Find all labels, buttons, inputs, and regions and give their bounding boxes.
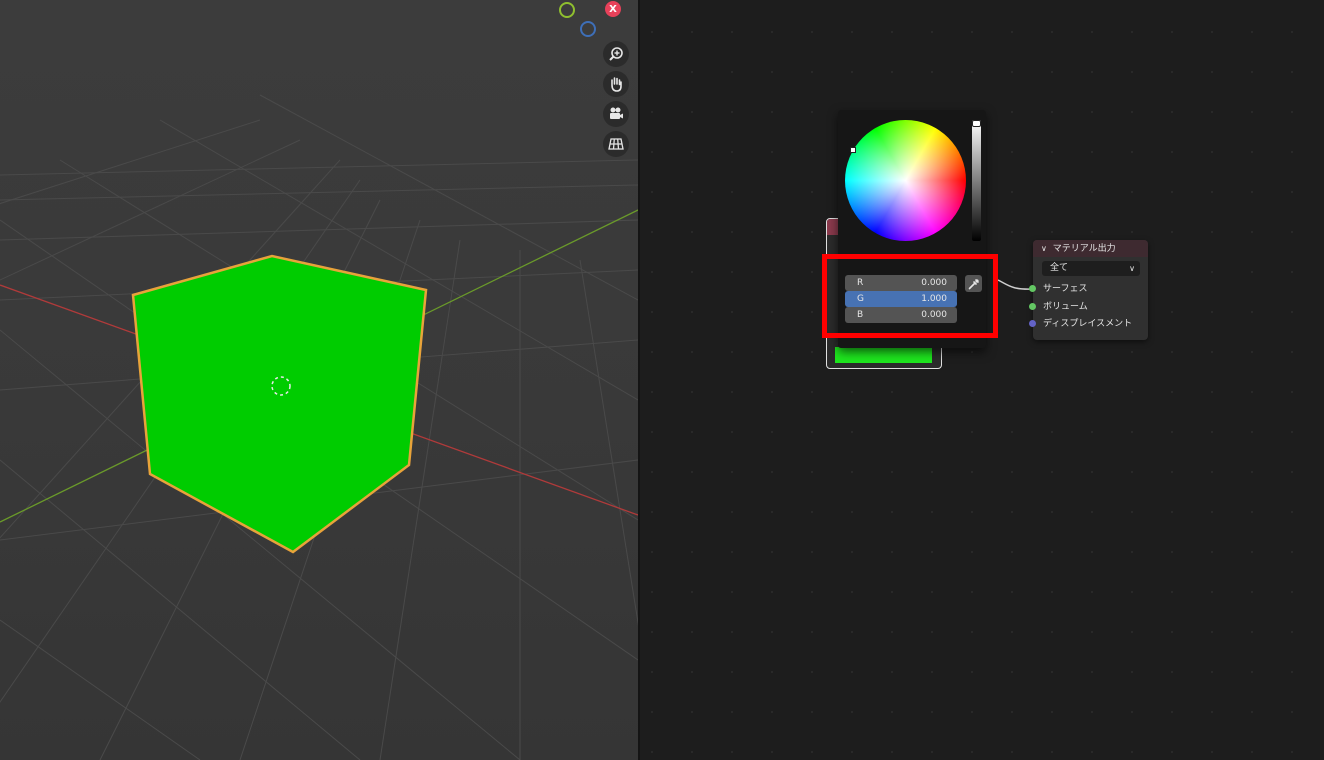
material-output-node[interactable]: ∨ マテリアル出力 全て ∨ サーフェス ボリューム ディスプレイスメント [1029, 240, 1148, 340]
dropdown-chevron-icon: ∨ [1129, 264, 1135, 273]
gizmo-z-axis-icon[interactable] [580, 21, 596, 37]
viewport-scene[interactable] [0, 0, 638, 760]
target-dropdown-value: 全て [1050, 263, 1069, 273]
socket-row-displacement: ディスプレイスメント [1029, 318, 1133, 330]
gizmo-y-axis-icon[interactable] [559, 2, 575, 18]
surface-socket[interactable] [1029, 285, 1036, 292]
camera-icon [610, 107, 623, 119]
material-output-title: マテリアル出力 [1052, 244, 1116, 254]
3d-viewport[interactable]: X [0, 0, 638, 760]
hue-saturation-wheel[interactable] [845, 120, 966, 241]
camera-view-button[interactable] [603, 101, 629, 127]
pan-icon [611, 77, 622, 92]
zoom-button[interactable] [603, 41, 629, 67]
value-slider-handle[interactable] [972, 120, 981, 127]
displacement-socket[interactable] [1029, 320, 1036, 327]
wheel-cursor[interactable] [850, 147, 856, 153]
pan-button[interactable] [603, 71, 629, 97]
displacement-socket-label: ディスプレイスメント [1043, 319, 1133, 329]
volume-socket[interactable] [1029, 303, 1036, 310]
green-cube[interactable] [131, 254, 428, 554]
zoom-icon [609, 47, 623, 61]
socket-row-volume: ボリューム [1029, 301, 1088, 313]
socket-row-surface: サーフェス [1029, 283, 1088, 295]
value-slider[interactable] [972, 120, 981, 241]
projection-toggle-button[interactable] [603, 131, 629, 157]
rgb-fields-highlight-box [822, 254, 998, 338]
target-dropdown[interactable]: 全て ∨ [1042, 261, 1140, 276]
gizmo-x-label: X [609, 3, 617, 15]
surface-socket-label: サーフェス [1043, 284, 1088, 294]
volume-socket-label: ボリューム [1043, 302, 1088, 312]
material-output-header[interactable]: ∨ マテリアル出力 [1033, 240, 1148, 257]
chevron-down-icon[interactable]: ∨ [1041, 244, 1047, 253]
grid-icon [608, 138, 624, 150]
color-swatch[interactable] [835, 347, 932, 363]
gizmo-x-axis-icon[interactable]: X [605, 1, 621, 17]
